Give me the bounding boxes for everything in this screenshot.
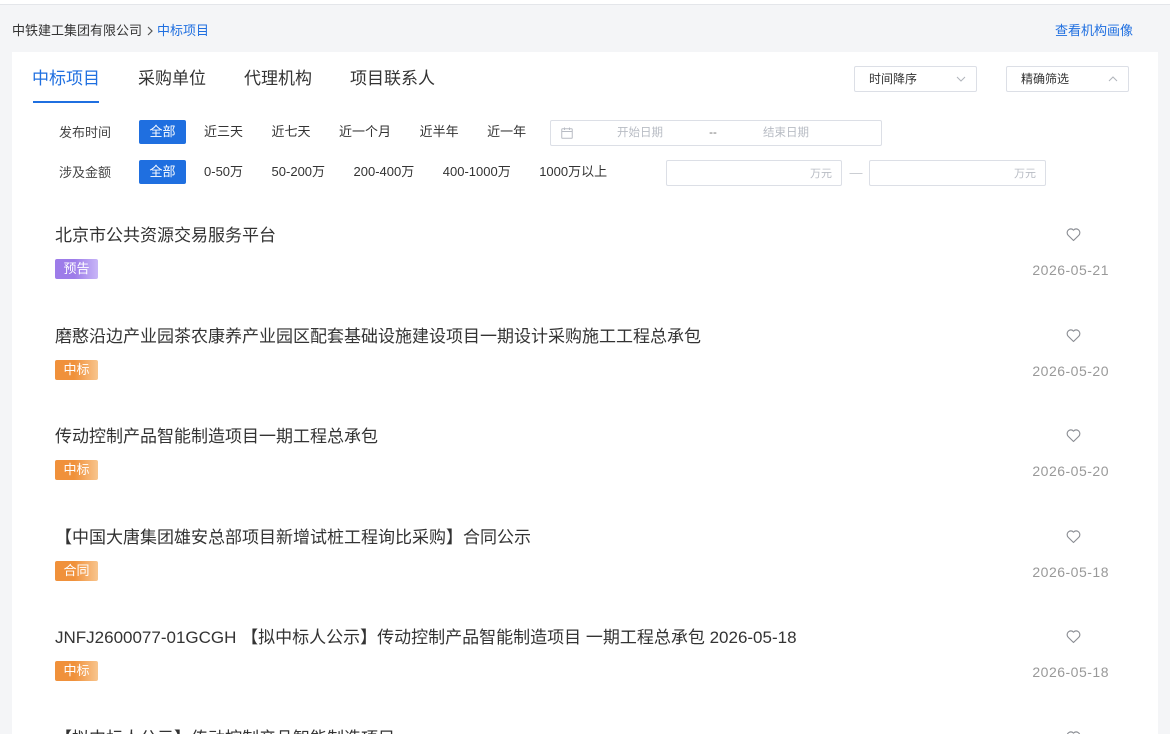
result-tag: 合同: [55, 560, 98, 581]
amount-max-input[interactable]: [870, 161, 1014, 185]
publish-time-option-3-days[interactable]: 近三天: [194, 120, 254, 144]
result-item: 磨憨沿边产业园茶农康养产业园区配套基础设施建设项目一期设计采购施工工程总承包 中…: [12, 309, 1158, 410]
publish-time-option-all[interactable]: 全部: [139, 120, 187, 144]
tab-agencies[interactable]: 代理机构: [244, 65, 312, 93]
publish-time-option-7-days[interactable]: 近七天: [261, 120, 321, 144]
chevron-down-icon: [956, 76, 966, 82]
heart-icon: [1066, 529, 1081, 543]
start-date-input[interactable]: [575, 121, 705, 145]
heart-icon: [1066, 328, 1081, 342]
publish-time-option-1-month[interactable]: 近一个月: [329, 120, 402, 144]
view-org-profile-link[interactable]: 查看机构画像: [1055, 21, 1133, 41]
amount-max-field: 万元: [869, 160, 1046, 186]
amount-min-unit: 万元: [810, 168, 832, 180]
heart-shape: [1066, 429, 1081, 443]
result-item: JNFJ2600077-01GCGH 【拟中标人公示】传动控制产品智能制造项目 …: [12, 610, 1158, 711]
publish-time-options: 全部 近三天 近七天 近一个月 近半年 近一年: [139, 120, 537, 144]
amount-min-input[interactable]: [667, 161, 810, 185]
heart-icon: [1066, 429, 1081, 443]
tab-project-contacts[interactable]: 项目联系人: [350, 65, 435, 93]
tab-winning-projects[interactable]: 中标项目: [32, 65, 100, 103]
result-title[interactable]: 【拟中标人公示】传动控制产品智能制造项目: [55, 725, 395, 734]
amount-option-400-1000[interactable]: 400-1000万: [432, 160, 521, 184]
heart-shape: [1066, 630, 1081, 644]
result-date: 2026-05-18: [1032, 664, 1109, 680]
advanced-filter-toggle[interactable]: 精确筛选: [1006, 66, 1129, 92]
result-tag: 预告: [55, 259, 98, 279]
result-date: 2026-05-20: [1032, 362, 1109, 379]
chevron-up-shape: [1108, 76, 1118, 82]
chevron-right-shape: [147, 26, 153, 36]
calendar-icon: [561, 127, 573, 139]
result-item: 【拟中标人公示】传动控制产品智能制造项目: [12, 711, 1158, 734]
publish-time-filter: 发布时间 全部 近三天 近七天 近一个月 近半年 近一年 --: [59, 120, 1109, 146]
favorite-button[interactable]: [1065, 729, 1082, 734]
breadcrumb-current: 中标项目: [157, 23, 210, 38]
result-date: 2026-05-21: [1032, 262, 1109, 278]
sort-select[interactable]: 时间降序: [854, 66, 977, 92]
result-item: 【中国大唐集团雄安总部项目新增试桩工程询比采购】合同公示 合同 2026-05-…: [12, 510, 1158, 611]
favorite-button[interactable]: [1065, 226, 1082, 243]
heart-shape: [1066, 529, 1081, 543]
results-card: 中标项目 采购单位 代理机构 项目联系人 时间降序 精确筛选 发布时间 全部 近…: [12, 52, 1158, 734]
tab-purchasing-units[interactable]: 采购单位: [138, 65, 206, 93]
results-list: 北京市公共资源交易服务平台 预告 2026-05-21 磨憨沿边产业园茶农康养产…: [12, 208, 1158, 734]
calendar-frame: [561, 128, 573, 139]
advanced-filter-label: 精确筛选: [1021, 72, 1070, 86]
heart-shape: [1066, 328, 1081, 342]
publish-time-label: 发布时间: [59, 125, 112, 140]
amount-min-field: 万元: [666, 160, 842, 186]
result-tag: 中标: [55, 661, 98, 681]
favorite-button[interactable]: [1065, 628, 1082, 645]
amount-max-unit: 万元: [1014, 168, 1036, 180]
chevron-up-icon: [1108, 76, 1118, 82]
result-item: 北京市公共资源交易服务平台 预告 2026-05-21: [12, 208, 1158, 309]
heart-icon: [1066, 730, 1081, 734]
chevron-right-icon: [147, 26, 153, 36]
favorite-button[interactable]: [1065, 327, 1082, 344]
result-date: 2026-05-18: [1032, 563, 1109, 580]
result-title[interactable]: 北京市公共资源交易服务平台: [55, 222, 276, 250]
sort-select-value: 时间降序: [869, 72, 918, 86]
favorite-button[interactable]: [1065, 528, 1082, 545]
amount-option-50-200[interactable]: 50-200万: [261, 160, 335, 184]
amount-option-1000-plus[interactable]: 1000万以上: [529, 160, 618, 184]
amount-option-0-50[interactable]: 0-50万: [194, 160, 254, 184]
result-tag: 中标: [55, 460, 98, 480]
publish-time-option-1-year[interactable]: 近一年: [477, 120, 537, 144]
date-range-separator: --: [709, 127, 717, 139]
breadcrumb: 中铁建工集团有限公司 中标项目: [12, 21, 209, 41]
heart-icon: [1066, 228, 1081, 242]
top-strip: [0, 0, 1170, 5]
amount-label: 涉及金额: [59, 165, 112, 180]
amount-option-200-400[interactable]: 200-400万: [343, 160, 425, 184]
date-range-picker[interactable]: --: [550, 120, 882, 146]
end-date-input[interactable]: [721, 121, 851, 145]
result-date: 2026-05-20: [1032, 463, 1109, 479]
heart-icon: [1066, 630, 1081, 644]
heart-shape: [1066, 228, 1081, 242]
amount-option-all[interactable]: 全部: [139, 160, 187, 184]
result-title[interactable]: JNFJ2600077-01GCGH 【拟中标人公示】传动控制产品智能制造项目 …: [55, 624, 797, 652]
amount-filter: 涉及金额 全部 0-50万 50-200万 200-400万 400-1000万…: [59, 160, 1109, 186]
result-title[interactable]: 磨憨沿边产业园茶农康养产业园区配套基础设施建设项目一期设计采购施工工程总承包: [55, 323, 701, 351]
result-title[interactable]: 【中国大唐集团雄安总部项目新增试桩工程询比采购】合同公示: [55, 524, 531, 552]
amount-range-separator: —: [849, 165, 863, 180]
breadcrumb-root[interactable]: 中铁建工集团有限公司: [12, 21, 142, 41]
publish-time-option-6-months[interactable]: 近半年: [409, 120, 469, 144]
result-tag: 中标: [55, 359, 98, 380]
chevron-down-shape: [956, 76, 966, 82]
amount-options: 全部 0-50万 50-200万 200-400万 400-1000万 1000…: [139, 160, 618, 184]
result-item: 传动控制产品智能制造项目一期工程总承包 中标 2026-05-20: [12, 409, 1158, 510]
result-title[interactable]: 传动控制产品智能制造项目一期工程总承包: [55, 423, 378, 451]
favorite-button[interactable]: [1065, 427, 1082, 444]
tab-bar: 中标项目 采购单位 代理机构 项目联系人: [32, 65, 473, 105]
